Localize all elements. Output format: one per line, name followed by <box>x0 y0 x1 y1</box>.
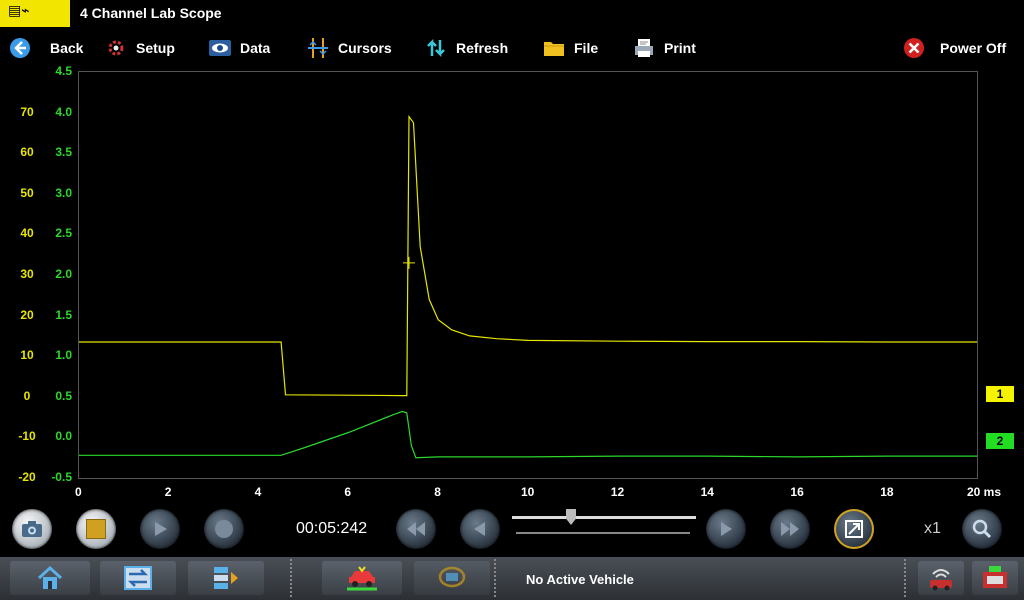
time-tick-label: 16 <box>790 485 804 499</box>
home-button[interactable] <box>10 561 90 595</box>
record-button[interactable] <box>204 509 244 549</box>
vci-connection-button[interactable] <box>918 561 964 595</box>
time-tick-label: 8 <box>434 485 441 499</box>
channel1-tick-label: 50 <box>20 185 34 200</box>
playback-time: 00:05:242 <box>296 520 368 537</box>
channel1-tick-label: 40 <box>20 226 34 241</box>
step-back-icon <box>474 522 485 536</box>
channel2-tick-label: 1.0 <box>55 348 72 363</box>
playback-controls: 00:05:242 x1 <box>0 503 1024 555</box>
time-tick-label: 14 <box>700 485 714 499</box>
channel2-tick-label: 2.5 <box>55 226 72 241</box>
playback-slider-thumb[interactable] <box>566 509 576 525</box>
channel2-tick-label: 3.5 <box>55 145 72 160</box>
usb-device-icon <box>983 566 1007 588</box>
scanner-icon <box>438 566 466 588</box>
taskbar-separator <box>904 559 906 597</box>
playback-slider[interactable] <box>512 516 696 519</box>
channel2-tick-label: 1.5 <box>55 307 72 322</box>
usb-connection-button[interactable] <box>972 561 1018 595</box>
channel1-waveform <box>79 114 977 397</box>
car-lift-icon <box>347 566 377 591</box>
channel2-tick-label: 4.0 <box>55 104 72 119</box>
channel1-tick-label: -10 <box>18 429 36 444</box>
time-tick-label: 4 <box>254 485 262 499</box>
magnifier-icon <box>972 519 992 539</box>
rewind-icon <box>407 522 425 536</box>
data-list-button[interactable] <box>188 561 264 595</box>
stop-icon <box>86 519 106 539</box>
time-tick-label: 18 <box>880 485 894 499</box>
channel2-tick-label: 2.0 <box>55 267 72 281</box>
channel1-tick-label: -20 <box>18 470 36 484</box>
step-forward-button[interactable] <box>706 509 746 549</box>
taskbar-separator <box>290 559 292 597</box>
stop-button[interactable] <box>76 509 116 549</box>
playback-buffer-bar <box>516 532 690 534</box>
channel2-tick-label: -0.5 <box>51 470 72 484</box>
time-tick-label: 10 <box>521 485 535 499</box>
skip-forward-button[interactable] <box>770 509 810 549</box>
zoom-fit-button[interactable] <box>834 509 874 549</box>
vehicle-tools-button[interactable] <box>322 561 402 595</box>
crosshair-cursor[interactable] <box>403 256 416 269</box>
channel1-tick-label: 30 <box>20 267 34 281</box>
channel1-marker[interactable]: 1 <box>986 386 1014 402</box>
channel1-tick-label: 20 <box>20 307 34 322</box>
channel1-tick-label: 70 <box>20 104 34 119</box>
play-icon <box>155 522 167 536</box>
vehicle-status: No Active Vehicle <box>526 572 634 587</box>
channel1-tick-label: 0 <box>23 388 31 403</box>
record-icon <box>215 520 233 538</box>
zoom-level: x1 <box>924 520 941 537</box>
time-tick-label: 20 ms <box>967 485 1002 499</box>
channel1-tick-label: 10 <box>20 348 34 363</box>
scanner-button[interactable] <box>414 561 490 595</box>
list-icon <box>214 567 238 589</box>
switch-icon <box>124 566 152 590</box>
channel2-marker[interactable]: 2 <box>986 433 1014 449</box>
channel1-tick-label: 60 <box>20 145 34 160</box>
home-icon <box>37 565 63 589</box>
play-button[interactable] <box>140 509 180 549</box>
channel2-tick-label: 3.0 <box>55 185 72 200</box>
magnify-button[interactable] <box>962 509 1002 549</box>
time-tick-label: 12 <box>610 485 625 499</box>
channel2-tick-label: 0.5 <box>55 388 72 403</box>
fast-forward-icon <box>781 522 799 536</box>
step-back-button[interactable] <box>460 509 500 549</box>
skip-back-button[interactable] <box>396 509 436 549</box>
time-tick-label: 2 <box>164 485 172 499</box>
channel2-tick-label: 4.5 <box>55 64 72 78</box>
time-tick-label: 6 <box>344 485 352 499</box>
channel2-waveform <box>79 410 977 459</box>
taskbar-separator <box>494 559 496 597</box>
channel2-tick-label: 0.0 <box>55 429 72 444</box>
step-forward-icon <box>721 522 732 536</box>
snapshot-button[interactable] <box>12 509 52 549</box>
camera-icon <box>22 521 42 537</box>
resize-icon <box>845 520 863 538</box>
wireless-car-icon <box>930 569 952 591</box>
time-tick-label: 0 <box>75 485 82 499</box>
switch-view-button[interactable] <box>100 561 176 595</box>
taskbar: No Active Vehicle <box>0 557 1024 600</box>
